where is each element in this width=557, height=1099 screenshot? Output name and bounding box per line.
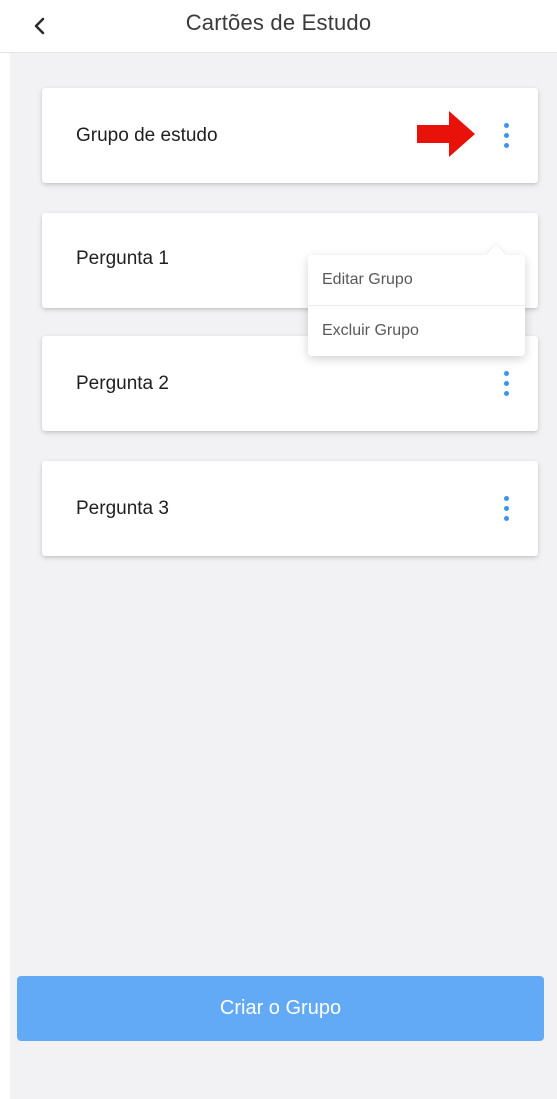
more-vertical-icon xyxy=(503,371,509,376)
more-vertical-icon-dot xyxy=(503,506,509,511)
more-vertical-icon xyxy=(503,496,509,501)
page-title: Cartões de Estudo xyxy=(185,10,372,35)
more-options-button[interactable] xyxy=(494,493,518,525)
more-vertical-icon-dot xyxy=(503,381,509,386)
more-vertical-icon-dot xyxy=(503,391,509,396)
content-area: Grupo de estudo Pergunta 1 Pergunta 2 Pe… xyxy=(10,53,557,1099)
more-vertical-icon xyxy=(503,123,509,128)
menu-item-excluir-grupo[interactable]: Excluir Grupo xyxy=(308,306,525,356)
create-group-button[interactable]: Criar o Grupo xyxy=(17,976,544,1041)
arrow-right-icon xyxy=(417,111,475,157)
card-label: Pergunta 2 xyxy=(76,372,169,394)
card-label: Pergunta 3 xyxy=(76,497,169,519)
more-vertical-icon-dot xyxy=(503,133,509,138)
more-options-button[interactable] xyxy=(494,368,518,400)
more-vertical-icon-dot xyxy=(503,143,509,148)
card-label: Grupo de estudo xyxy=(76,124,218,146)
more-options-button[interactable] xyxy=(494,120,518,152)
card-label: Pergunta 1 xyxy=(76,247,169,269)
card-pergunta-3[interactable]: Pergunta 3 xyxy=(42,461,538,556)
menu-item-editar-grupo[interactable]: Editar Grupo xyxy=(308,255,525,306)
more-vertical-icon-dot xyxy=(503,516,509,521)
context-menu: Editar Grupo Excluir Grupo xyxy=(308,245,525,356)
app-header: Cartões de Estudo xyxy=(0,0,557,53)
